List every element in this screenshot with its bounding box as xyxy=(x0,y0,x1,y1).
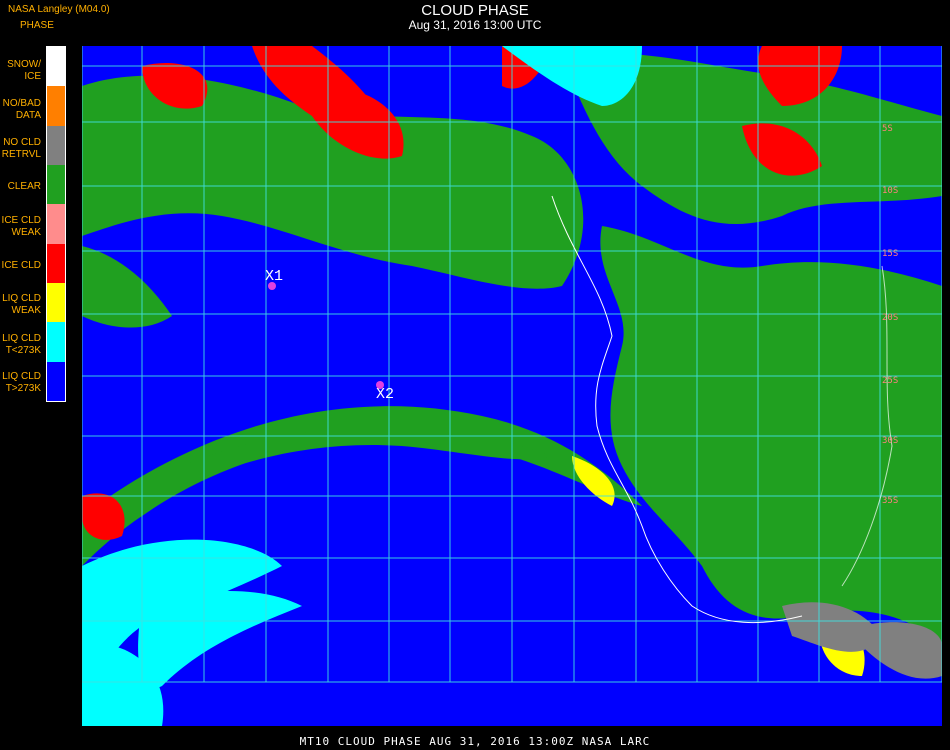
legend-label-ice-cld-weak: ICE CLD WEAK xyxy=(1,215,41,238)
cloud-phase-map: 5S 10S 15S 20S 25S 30S 35S X1 X2 xyxy=(82,46,942,726)
legend-swatch-no-bad-data xyxy=(47,86,65,126)
footer-caption: MT10 CLOUD PHASE AUG 31, 2016 13:00Z NAS… xyxy=(299,735,651,748)
legend-label-no-cld-retrvl: NO CLD RETRVL xyxy=(1,137,41,160)
legend-label-snow-ice: SNOW/ ICE xyxy=(7,59,41,82)
grid-label-lat: 30S xyxy=(882,436,899,446)
legend-swatch-clear xyxy=(47,164,65,205)
legend-swatch-liq-cld-cold xyxy=(47,322,65,362)
legend-label-clear: CLEAR xyxy=(7,181,41,192)
grid-label-lat: 10S xyxy=(882,186,899,196)
legend-swatch-no-cld-retrvl xyxy=(47,125,65,165)
legend-label-ice-cld: ICE CLD xyxy=(1,260,41,271)
grid-label-lat: 25S xyxy=(882,376,899,386)
marker-x1-label: X1 xyxy=(265,268,284,285)
grid-label-lat: 35S xyxy=(882,496,899,506)
legend-swatch-ice-cld xyxy=(47,243,65,283)
legend-label-liq-cld-warm: LIQ CLD T>273K xyxy=(2,371,41,394)
grid-label-lat: 5S xyxy=(882,124,893,134)
grid-label-lat: 15S xyxy=(882,249,899,259)
grid-label-lat: 20S xyxy=(882,313,899,323)
legend-label-liq-cld-weak: LIQ CLD WEAK xyxy=(2,293,41,316)
legend-label-liq-cld-cold: LIQ CLD T<273K xyxy=(2,333,41,356)
legend-swatch-ice-cld-weak xyxy=(47,204,65,244)
legend-swatch-liq-cld-warm xyxy=(47,361,65,401)
map-subtitle: Aug 31, 2016 13:00 UTC xyxy=(408,18,542,32)
legend-swatch-snow-ice xyxy=(47,47,65,87)
legend-swatch-liq-cld-weak xyxy=(47,282,65,323)
marker-x2-label: X2 xyxy=(376,386,395,403)
map-title: CLOUD PHASE xyxy=(421,2,529,19)
map-image xyxy=(82,46,942,726)
legend-label-no-bad-data: NO/BAD DATA xyxy=(2,98,41,121)
legend-color-bar xyxy=(46,46,66,402)
